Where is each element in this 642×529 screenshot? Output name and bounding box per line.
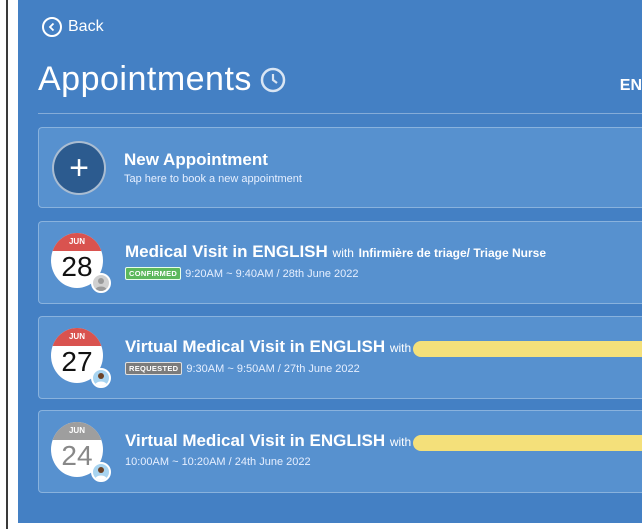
appointment-card[interactable]: JUN 24 Virtual Medical Visit in ENGLISH … xyxy=(38,410,642,493)
back-label: Back xyxy=(68,18,104,35)
appointment-name: Virtual Medical Visit in ENGLISH xyxy=(125,431,386,450)
appointment-card[interactable]: JUN 28 Medical Visit in ENGLISH with Inf… xyxy=(38,221,642,304)
with-label: with xyxy=(332,246,354,260)
avatar xyxy=(91,462,111,482)
appointment-card[interactable]: JUN 27 Virtual Medical Visit in ENGLISH … xyxy=(38,316,642,399)
appointment-details: CONFIRMED 9:20AM ~ 9:40AM / 28th June 20… xyxy=(125,267,359,280)
appointment-details: 10:00AM ~ 10:20AM / 24th June 2022 xyxy=(125,456,311,468)
appointment-time: 9:20AM ~ 9:40AM / 28th June 2022 xyxy=(185,267,359,280)
avatar xyxy=(91,368,111,388)
plus-icon: + xyxy=(52,141,106,195)
new-appointment-subtitle: Tap here to book a new appointment xyxy=(124,173,302,185)
chevron-left-icon xyxy=(42,17,62,37)
redaction-mark xyxy=(413,341,642,357)
appointment-name: Virtual Medical Visit in ENGLISH xyxy=(125,337,386,356)
divider xyxy=(38,113,642,114)
app-screen: Back Appointments EN + New Appointment T… xyxy=(18,0,642,523)
status-badge: REQUESTED xyxy=(125,362,183,375)
appointment-name: Medical Visit in ENGLISH xyxy=(125,242,328,261)
appointment-title: Virtual Medical Visit in ENGLISH with Dr xyxy=(125,337,429,357)
with-label: with xyxy=(389,341,412,355)
page-title: Appointments xyxy=(38,60,252,98)
new-appointment-title: New Appointment xyxy=(124,150,268,169)
provider-name: Infirmière de triage/ Triage Nurse xyxy=(358,246,547,260)
appointment-title: Virtual Medical Visit in ENGLISH with Dr xyxy=(125,431,429,451)
redaction-mark xyxy=(413,435,642,451)
page-header: Appointments xyxy=(38,60,286,99)
left-border xyxy=(0,0,18,529)
clock-icon[interactable] xyxy=(260,67,286,93)
appointment-title: Medical Visit in ENGLISH with Infirmière… xyxy=(125,242,546,262)
appointment-details: REQUESTED 9:30AM ~ 9:50AM / 27th June 20… xyxy=(125,362,360,375)
new-appointment-card[interactable]: + New Appointment Tap here to book a new… xyxy=(38,127,642,208)
language-toggle[interactable]: EN xyxy=(620,77,642,95)
appointment-time: 10:00AM ~ 10:20AM / 24th June 2022 xyxy=(125,456,311,468)
status-badge: CONFIRMED xyxy=(125,267,182,280)
with-label: with xyxy=(389,435,412,449)
back-button[interactable]: Back xyxy=(42,17,104,37)
avatar xyxy=(91,273,111,293)
appointment-time: 9:30AM ~ 9:50AM / 27th June 2022 xyxy=(186,362,360,375)
